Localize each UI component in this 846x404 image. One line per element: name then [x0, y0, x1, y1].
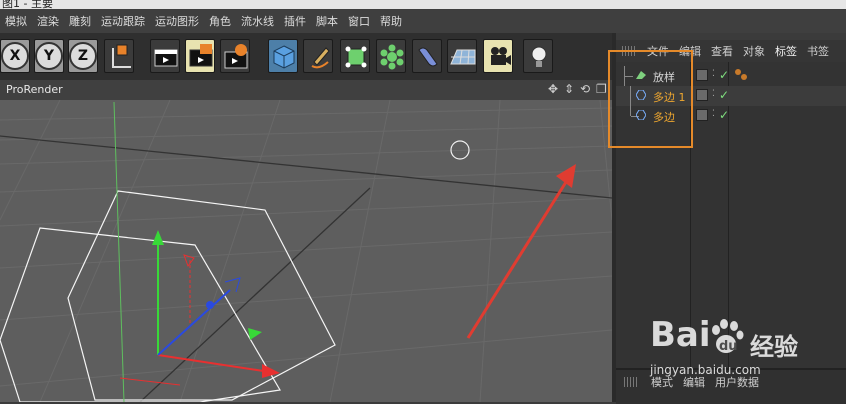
x-axis-lock-icon: X: [1, 40, 29, 72]
coordinate-system-icon: [112, 44, 131, 68]
viewport-header: ProRender ✥ ⇕ ⟲ ❐: [0, 80, 612, 100]
object-manager-tab[interactable]: 查看: [706, 43, 738, 59]
layer-box[interactable]: [696, 69, 708, 81]
layer-box[interactable]: [696, 89, 708, 101]
viewport-title: ProRender: [6, 83, 63, 96]
menu-item[interactable]: 帮助: [375, 13, 407, 29]
floor-button[interactable]: [447, 39, 477, 73]
enabled-check-icon[interactable]: ✓: [719, 88, 729, 102]
light-button[interactable]: [523, 39, 553, 73]
menu-item[interactable]: 插件: [279, 13, 311, 29]
layer-box[interactable]: [696, 109, 708, 121]
menu-item[interactable]: 窗口: [343, 13, 375, 29]
object-manager-tab[interactable]: 对象: [738, 43, 770, 59]
move-view-icon[interactable]: ✥: [548, 82, 558, 96]
render-view-button[interactable]: [150, 39, 180, 73]
maximize-view-icon[interactable]: ❐: [596, 82, 607, 96]
y-axis-lock-icon: Y: [35, 40, 63, 72]
rotate-view-icon[interactable]: ⟲: [580, 82, 590, 96]
subdivision-button[interactable]: [340, 39, 370, 73]
highlight-box: [608, 50, 693, 148]
menu-item[interactable]: 角色: [204, 13, 236, 29]
menu-item[interactable]: 运动跟踪: [96, 13, 150, 29]
menu-bar: 模拟 渲染 雕刻 运动跟踪 运动图形 角色 流水线 插件 脚本 窗口 帮助: [0, 9, 846, 33]
floor-icon: [450, 49, 476, 65]
z-axis-lock-button[interactable]: Z: [68, 39, 98, 73]
z-axis-lock-icon: Z: [69, 40, 97, 72]
menu-item[interactable]: 脚本: [311, 13, 343, 29]
menu-item[interactable]: 雕刻: [64, 13, 96, 29]
coordinate-system-button[interactable]: [104, 39, 134, 73]
visibility-dots[interactable]: ⁚: [712, 89, 715, 99]
enabled-check-icon[interactable]: ✓: [719, 108, 729, 122]
camera-icon: [491, 47, 511, 65]
visibility-dots[interactable]: ⁚: [712, 109, 715, 119]
render-view-icon: [154, 49, 178, 67]
watermark-brand-suffix: 经验: [750, 333, 798, 361]
cube-button[interactable]: [268, 39, 298, 73]
watermark-url: jingyan.baidu.com: [650, 363, 761, 377]
enabled-check-icon[interactable]: ✓: [719, 68, 729, 82]
paw-icon: du: [712, 319, 744, 354]
render-picture-viewer-icon: [189, 44, 213, 67]
light-icon: [531, 46, 547, 67]
x-axis-lock-button[interactable]: X: [0, 39, 30, 73]
svg-text:du: du: [719, 339, 738, 354]
pen-spline-icon: [311, 47, 330, 69]
baidu-watermark: Bai du 经验 jingyan.baidu.com: [650, 315, 840, 385]
watermark-brand: Bai: [650, 315, 711, 355]
window-title: 图1 - 主要: [2, 0, 53, 9]
render-picture-viewer-button[interactable]: [185, 39, 215, 73]
cloner-button[interactable]: [376, 39, 406, 73]
3d-viewport[interactable]: [0, 100, 612, 402]
pen-spline-button[interactable]: [303, 39, 333, 73]
polygon-spline-back: [67, 190, 336, 401]
cube-icon: [273, 45, 295, 69]
render-settings-button[interactable]: [220, 39, 250, 73]
menu-item[interactable]: 运动图形: [150, 13, 204, 29]
cloner-icon: [380, 44, 404, 70]
tag-icon[interactable]: [734, 68, 750, 82]
menu-item[interactable]: 流水线: [236, 13, 279, 29]
window-title-bar: 图1 - 主要: [0, 0, 846, 9]
main-toolbar: X Y Z: [0, 33, 612, 80]
visibility-dots[interactable]: ⁚: [712, 69, 715, 79]
y-axis-line: [113, 101, 125, 402]
subdivision-icon: [345, 46, 367, 68]
panel-grip-icon[interactable]: [624, 377, 638, 387]
object-manager-tab[interactable]: 标签: [770, 43, 802, 59]
menu-item[interactable]: 模拟: [0, 13, 32, 29]
menu-item[interactable]: 渲染: [32, 13, 64, 29]
render-settings-icon: [224, 44, 248, 69]
zoom-view-icon[interactable]: ⇕: [564, 82, 574, 96]
deformer-icon: [418, 47, 438, 67]
object-manager-tab[interactable]: 书签: [802, 43, 834, 59]
viewport-scene: [0, 100, 612, 402]
camera-button[interactable]: [483, 39, 513, 73]
y-axis-lock-button[interactable]: Y: [34, 39, 64, 73]
annotation-arrow: [466, 164, 576, 339]
deformer-button[interactable]: [412, 39, 442, 73]
